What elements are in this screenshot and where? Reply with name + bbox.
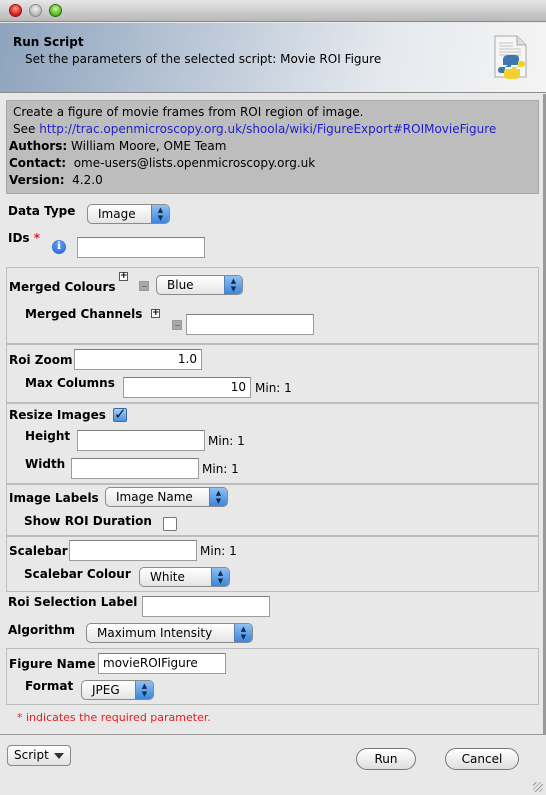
merged-colours-select[interactable]: Blue ▲ ▼ xyxy=(156,275,243,295)
select-arrows-icon: ▲ ▼ xyxy=(224,276,242,294)
zoom-window-button[interactable] xyxy=(49,4,62,17)
add-channel-plus-icon[interactable]: + xyxy=(151,309,160,318)
merged-channels-input[interactable] xyxy=(186,314,314,335)
format-value: JPEG xyxy=(92,683,120,697)
remove-colour-minus-icon[interactable] xyxy=(139,281,149,291)
contact-value: ome-users@lists.openmicroscopy.org.uk xyxy=(73,156,316,170)
close-window-button[interactable] xyxy=(9,4,22,17)
authors-value: William Moore, OME Team xyxy=(71,139,227,153)
scalebar-label: Scalebar xyxy=(9,544,68,558)
version-value: 4.2.0 xyxy=(72,173,103,187)
max-columns-min: Min: 1 xyxy=(255,381,292,395)
script-description: Create a figure of movie frames from ROI… xyxy=(6,100,539,194)
select-arrows-icon: ▲ ▼ xyxy=(151,205,169,223)
max-columns-input[interactable]: 10 xyxy=(123,377,251,398)
data-type-label: Data Type xyxy=(8,204,76,218)
scalebar-min: Min: 1 xyxy=(200,544,237,558)
resize-images-checkbox[interactable] xyxy=(113,405,127,423)
figure-name-input[interactable]: movieROIFigure xyxy=(98,653,226,674)
height-input[interactable] xyxy=(77,430,205,451)
scalebar-colour-select[interactable]: White ▲ ▼ xyxy=(139,567,230,587)
select-arrows-icon: ▲ ▼ xyxy=(234,624,252,642)
dialog-subtitle: Set the parameters of the selected scrip… xyxy=(25,52,382,66)
remove-channel-minus-icon[interactable] xyxy=(172,320,182,330)
window-titlebar xyxy=(0,0,546,22)
required-asterisk: * xyxy=(33,231,41,245)
roi-selection-label-label: Roi Selection Label xyxy=(8,595,138,609)
algorithm-value: Maximum Intensity xyxy=(97,626,213,640)
height-label: Height xyxy=(25,429,71,443)
footer-divider xyxy=(0,734,546,735)
algorithm-label: Algorithm xyxy=(8,623,76,637)
width-input[interactable] xyxy=(71,458,199,479)
description-text: Create a figure of movie frames from ROI… xyxy=(13,105,364,119)
roi-zoom-label: Roi Zoom xyxy=(9,353,73,367)
required-note: * indicates the required parameter. xyxy=(17,711,211,724)
format-label: Format xyxy=(25,679,74,693)
image-labels-select[interactable]: Image Name ▲ ▼ xyxy=(105,487,228,507)
dropdown-triangle-icon xyxy=(54,753,64,759)
image-labels-label: Image Labels xyxy=(9,491,99,505)
wiki-link[interactable]: http://trac.openmicroscopy.org.uk/shoola… xyxy=(39,122,496,136)
see-label: See xyxy=(13,122,36,136)
roi-zoom-input[interactable]: 1.0 xyxy=(74,349,202,370)
scalebar-colour-label: Scalebar Colour xyxy=(24,567,131,581)
data-type-value: Image xyxy=(98,207,136,221)
scalebar-colour-value: White xyxy=(150,570,185,584)
image-labels-value: Image Name xyxy=(116,490,193,504)
script-menu-button[interactable]: Script xyxy=(7,745,71,766)
dialog-title: Run Script xyxy=(13,35,84,49)
add-colour-plus-icon[interactable]: + xyxy=(119,272,128,281)
figure-name-label: Figure Name xyxy=(9,657,96,671)
data-type-select[interactable]: Image ▲ ▼ xyxy=(87,204,170,224)
ids-label-text: IDs xyxy=(8,231,30,245)
cancel-button[interactable]: Cancel xyxy=(445,748,519,770)
authors-label: Authors: xyxy=(9,139,68,153)
resize-grip-icon[interactable] xyxy=(533,782,543,792)
contact-label: Contact: xyxy=(9,156,67,170)
select-arrows-icon: ▲ ▼ xyxy=(135,681,153,699)
ids-input[interactable] xyxy=(77,237,205,258)
select-arrows-icon: ▲ ▼ xyxy=(209,488,227,506)
select-arrows-icon: ▲ ▼ xyxy=(211,568,229,586)
dialog-header: Run Script Set the parameters of the sel… xyxy=(0,23,546,93)
merged-colours-value: Blue xyxy=(167,278,194,292)
version-label: Version: xyxy=(9,173,65,187)
width-min: Min: 1 xyxy=(202,462,239,476)
info-icon[interactable]: i xyxy=(52,240,66,254)
python-script-icon xyxy=(494,35,527,79)
height-min: Min: 1 xyxy=(208,434,245,448)
minimize-window-button[interactable] xyxy=(29,4,42,17)
merged-colours-label: Merged Colours xyxy=(9,280,116,294)
algorithm-select[interactable]: Maximum Intensity ▲ ▼ xyxy=(86,623,253,643)
run-button[interactable]: Run xyxy=(356,748,416,770)
ids-label: IDs * xyxy=(8,231,40,245)
merged-channels-label: Merged Channels xyxy=(25,307,143,321)
format-select[interactable]: JPEG ▲ ▼ xyxy=(81,680,154,700)
scalebar-input[interactable] xyxy=(69,540,197,561)
width-label: Width xyxy=(25,457,66,471)
show-roi-duration-checkbox[interactable] xyxy=(163,517,177,531)
resize-images-label: Resize Images xyxy=(9,408,106,422)
roi-selection-label-input[interactable] xyxy=(142,596,270,617)
script-button-label: Script xyxy=(14,748,49,762)
show-roi-duration-label: Show ROI Duration xyxy=(24,514,152,528)
max-columns-label: Max Columns xyxy=(25,376,115,390)
